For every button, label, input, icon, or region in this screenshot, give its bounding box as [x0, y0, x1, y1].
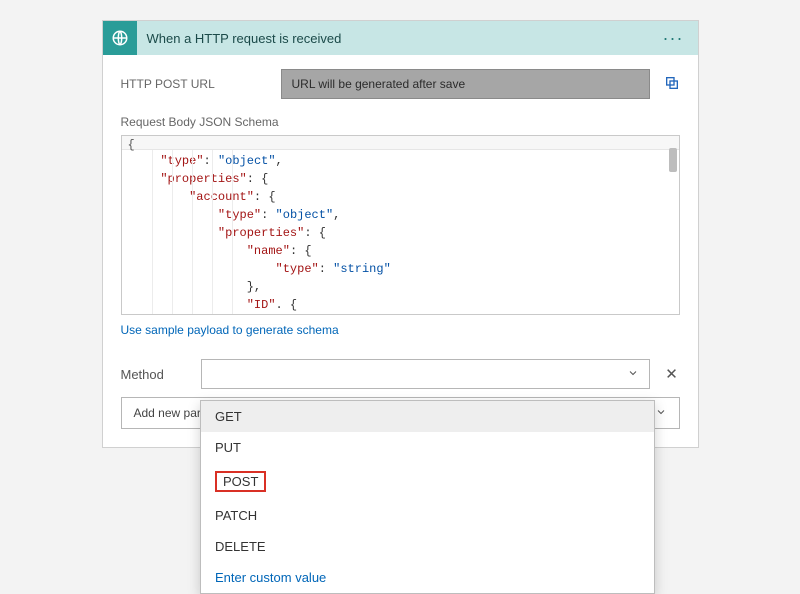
sample-payload-link[interactable]: Use sample payload to generate schema	[121, 323, 339, 337]
schema-first-line: {	[122, 136, 679, 150]
http-trigger-icon	[103, 21, 137, 55]
method-label: Method	[121, 367, 201, 382]
schema-label: Request Body JSON Schema	[121, 115, 680, 129]
card-header: When a HTTP request is received ···	[103, 21, 698, 55]
card-menu-button[interactable]: ···	[659, 28, 688, 49]
card-title: When a HTTP request is received	[137, 31, 659, 46]
post-url-row: HTTP POST URL URL will be generated afte…	[121, 69, 680, 99]
chevron-down-icon	[627, 367, 639, 382]
method-dropdown[interactable]	[201, 359, 650, 389]
trigger-card: When a HTTP request is received ··· HTTP…	[102, 20, 699, 448]
method-option-get[interactable]: GET	[201, 401, 654, 432]
method-row: Method ✕	[121, 359, 680, 389]
method-option-patch[interactable]: PATCH	[201, 500, 654, 531]
method-dropdown-menu: GET PUT POST PATCH DELETE Enter custom v…	[200, 400, 655, 594]
method-option-custom[interactable]: Enter custom value	[201, 562, 654, 593]
copy-url-button[interactable]	[664, 75, 680, 94]
post-url-field: URL will be generated after save	[281, 69, 650, 99]
post-url-value: URL will be generated after save	[292, 77, 466, 91]
post-url-label: HTTP POST URL	[121, 77, 281, 91]
schema-scrollbar[interactable]	[669, 148, 677, 172]
chevron-down-icon	[655, 406, 667, 421]
schema-editor[interactable]: { "type": "object", "properties": { "acc…	[121, 135, 680, 315]
method-option-delete[interactable]: DELETE	[201, 531, 654, 562]
clear-method-button[interactable]: ✕	[664, 365, 680, 383]
card-body: HTTP POST URL URL will be generated afte…	[103, 55, 698, 447]
method-option-post[interactable]: POST	[201, 463, 654, 500]
method-option-put[interactable]: PUT	[201, 432, 654, 463]
schema-content: "type": "object", "properties": { "accou…	[132, 152, 679, 314]
